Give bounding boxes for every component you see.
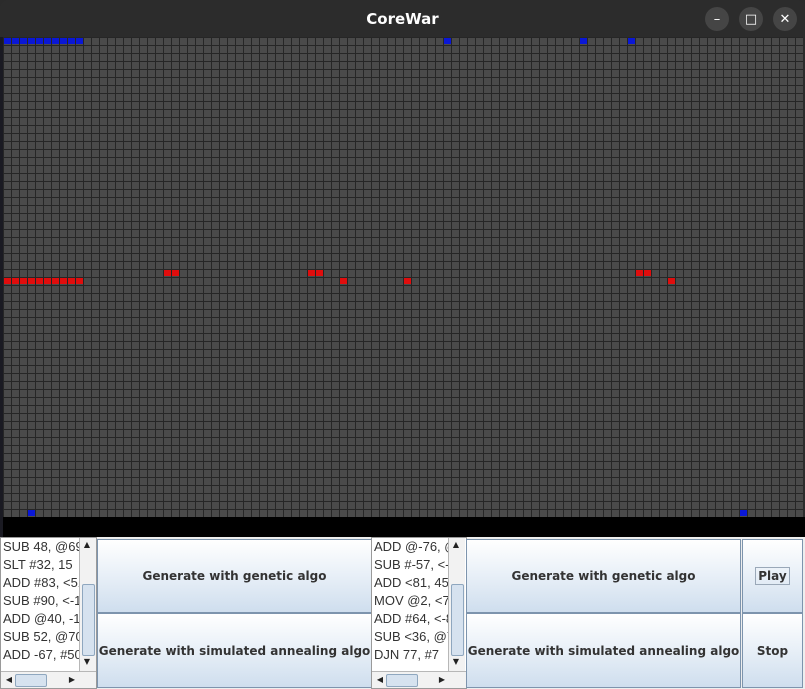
warrior-a-cell <box>76 38 83 44</box>
maximize-button[interactable]: □ <box>739 7 763 31</box>
minimize-button[interactable]: – <box>705 7 729 31</box>
window-title: CoreWar <box>366 9 439 28</box>
button-label: Generate with genetic algo <box>511 569 696 583</box>
warrior-b-cell <box>644 270 651 276</box>
list-item[interactable]: ADD <81, 45 <box>374 574 450 592</box>
minimize-icon: – <box>713 11 721 27</box>
button-label: Generate with simulated annealing algo <box>98 643 371 658</box>
warrior-b-lines: ADD @-76, @ SUB #-57, <-6 ADD <81, 45 MO… <box>374 538 450 664</box>
close-icon: ✕ <box>779 11 791 27</box>
warrior-a-genetic-button[interactable]: Generate with genetic algo <box>97 539 372 613</box>
warrior-a-cell <box>28 510 35 516</box>
list-item[interactable]: MOV @2, <75 <box>374 592 450 610</box>
warrior-b-cell <box>4 278 11 284</box>
title-bar: CoreWar – □ ✕ <box>0 0 805 37</box>
list-item[interactable]: SUB <36, @75 <box>374 628 450 646</box>
scroll-right-icon[interactable]: ▶ <box>435 675 449 684</box>
list-item[interactable]: ADD -67, #50 <box>3 646 81 664</box>
scroll-right-icon[interactable]: ▶ <box>65 675 79 684</box>
warrior-b-horizontal-scrollbar[interactable]: ◀ ▶ <box>372 671 466 688</box>
warrior-b-cell <box>172 270 179 276</box>
warrior-b-cell <box>68 278 75 284</box>
list-item[interactable]: SUB 52, @70 <box>3 628 81 646</box>
warrior-a-vertical-scrollbar[interactable]: ▲ ▼ <box>79 538 96 671</box>
scroll-down-icon[interactable]: ▼ <box>449 657 463 666</box>
scroll-thumb[interactable] <box>82 584 95 656</box>
scroll-thumb[interactable] <box>15 674 47 687</box>
warrior-a-cell <box>68 38 75 44</box>
close-button[interactable]: ✕ <box>773 7 797 31</box>
warrior-b-vertical-scrollbar[interactable]: ▲ ▼ <box>448 538 465 671</box>
warrior-b-cell <box>636 270 643 276</box>
scroll-down-icon[interactable]: ▼ <box>80 657 94 666</box>
scroll-up-icon[interactable]: ▲ <box>449 540 463 549</box>
warrior-a-annealing-button[interactable]: Generate with simulated annealing algo <box>97 613 372 688</box>
warrior-a-code-list[interactable]: SUB 48, @69 SLT #32, 15 ADD #83, <51 SUB… <box>0 537 97 689</box>
list-item[interactable]: ADD #83, <51 <box>3 574 81 592</box>
list-item[interactable]: SUB #90, <-10 <box>3 592 81 610</box>
scroll-thumb[interactable] <box>451 584 464 656</box>
warrior-a-cell <box>44 38 51 44</box>
warrior-a-cell <box>12 38 19 44</box>
warrior-b-cell <box>12 278 19 284</box>
warrior-b-cell <box>308 270 315 276</box>
list-item[interactable]: ADD @40, -15 <box>3 610 81 628</box>
warrior-a-cell <box>628 38 635 44</box>
scroll-thumb[interactable] <box>386 674 418 687</box>
list-item[interactable]: SLT #32, 15 <box>3 556 81 574</box>
warrior-b-cell <box>164 270 171 276</box>
warrior-b-cell <box>36 278 43 284</box>
warrior-b-cell <box>28 278 35 284</box>
control-panel: SUB 48, @69 SLT #32, 15 ADD #83, <51 SUB… <box>0 537 805 689</box>
list-item[interactable]: ADD @-76, @ <box>374 538 450 556</box>
list-item[interactable]: SUB #-57, <-6 <box>374 556 450 574</box>
list-item[interactable]: DJN 77, #7 <box>374 646 450 664</box>
warrior-a-lines: SUB 48, @69 SLT #32, 15 ADD #83, <51 SUB… <box>3 538 81 664</box>
stop-button[interactable]: Stop <box>742 613 803 688</box>
warrior-a-cell <box>60 38 67 44</box>
list-item[interactable]: SUB 48, @69 <box>3 538 81 556</box>
warrior-b-cell <box>340 278 347 284</box>
grid-bottom-bar <box>3 517 805 537</box>
warrior-a-cell <box>20 38 27 44</box>
warrior-a-cell <box>4 38 11 44</box>
warrior-a-cell <box>52 38 59 44</box>
warrior-b-annealing-button[interactable]: Generate with simulated annealing algo <box>466 613 741 688</box>
warrior-b-cell <box>76 278 83 284</box>
button-label: Generate with genetic algo <box>142 569 327 583</box>
core-memory-grid <box>3 37 803 517</box>
scroll-left-icon[interactable]: ◀ <box>2 675 16 684</box>
warrior-b-cell <box>44 278 51 284</box>
warrior-a-cell <box>36 38 43 44</box>
button-label: Generate with simulated annealing algo <box>467 643 740 658</box>
scroll-left-icon[interactable]: ◀ <box>373 675 387 684</box>
scroll-up-icon[interactable]: ▲ <box>80 540 94 549</box>
warrior-b-cell <box>316 270 323 276</box>
maximize-icon: □ <box>744 11 758 27</box>
warrior-b-cell <box>404 278 411 284</box>
button-label: Stop <box>756 643 789 658</box>
warrior-b-cell <box>60 278 67 284</box>
warrior-b-genetic-button[interactable]: Generate with genetic algo <box>466 539 741 613</box>
warrior-a-cell <box>580 38 587 44</box>
warrior-b-cell <box>52 278 59 284</box>
warrior-a-cell <box>28 38 35 44</box>
warrior-a-cell <box>444 38 451 44</box>
list-item[interactable]: ADD #64, <-8 <box>374 610 450 628</box>
play-button[interactable]: Play <box>742 539 803 613</box>
warrior-b-code-list[interactable]: ADD @-76, @ SUB #-57, <-6 ADD <81, 45 MO… <box>371 537 467 689</box>
warrior-a-cell <box>740 510 747 516</box>
warrior-b-cell <box>668 278 675 284</box>
warrior-a-horizontal-scrollbar[interactable]: ◀ ▶ <box>1 671 96 688</box>
button-label: Play <box>755 567 790 585</box>
warrior-b-cell <box>20 278 27 284</box>
